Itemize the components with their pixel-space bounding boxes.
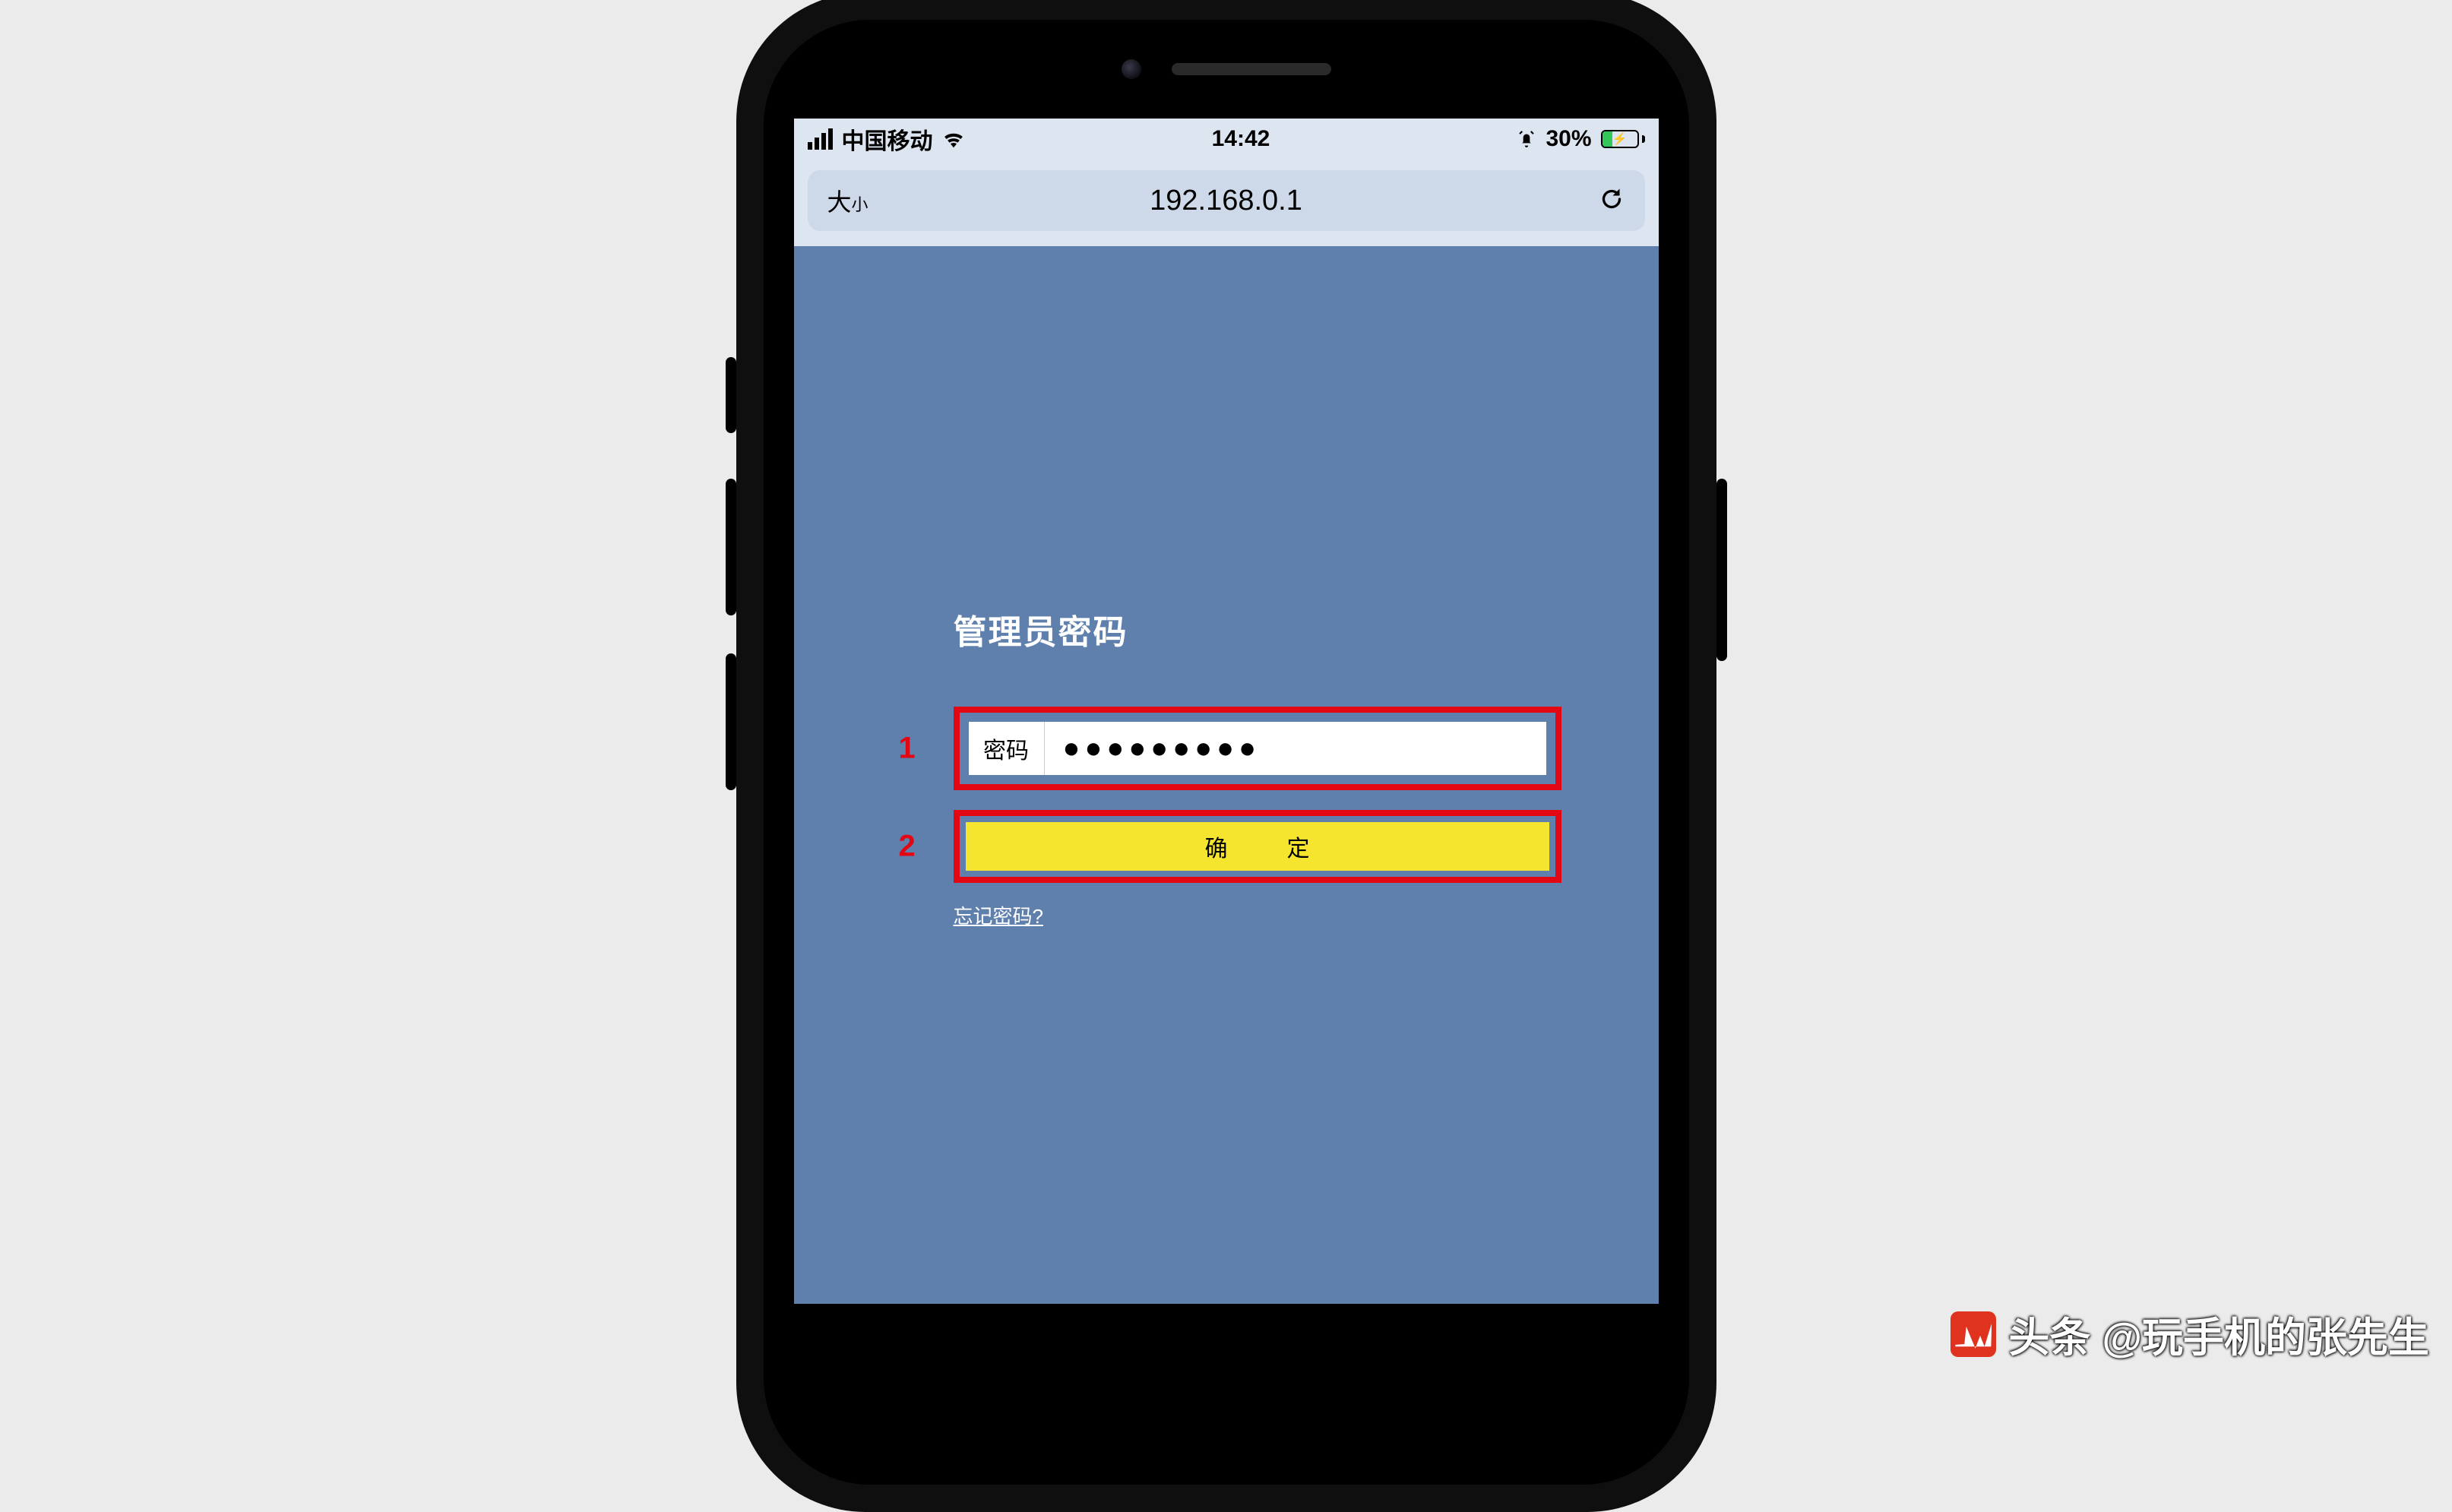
phone-bezel: 中国移动 14:42 30% ⚡: [764, 20, 1689, 1485]
status-time: 14:42: [1212, 126, 1270, 152]
status-left: 中国移动: [808, 122, 965, 156]
phone-screen: 中国移动 14:42 30% ⚡: [794, 119, 1659, 1304]
volume-down-button: [726, 653, 736, 790]
wifi-icon: [942, 130, 965, 148]
toutiao-logo-icon: [1951, 1311, 1996, 1357]
annotation-number-2: 2: [899, 830, 916, 864]
phone-frame: 中国移动 14:42 30% ⚡: [736, 0, 1716, 1512]
status-right: 30% ⚡: [1517, 126, 1644, 152]
password-label: 密码: [969, 722, 1045, 775]
front-camera-icon: [1122, 59, 1141, 79]
browser-chrome: 大小 192.168.0.1: [794, 160, 1659, 246]
confirm-button[interactable]: 确 定: [966, 822, 1549, 871]
login-title: 管理员密码: [954, 605, 1561, 653]
forgot-password-link[interactable]: 忘记密码?: [954, 901, 1043, 929]
alarm-icon: [1517, 129, 1536, 149]
status-bar: 中国移动 14:42 30% ⚡: [794, 119, 1659, 160]
annotation-box-2: 2 确 定: [954, 810, 1561, 883]
login-form: 管理员密码 1 密码 ●●●●●●●●● 2 确 定 忘记密码?: [954, 605, 1561, 929]
cellular-signal-icon: [808, 128, 833, 150]
watermark-text: 头条 @玩手机的张先生: [2008, 1304, 2429, 1364]
phone-notch: [764, 20, 1689, 119]
mute-switch: [726, 357, 736, 433]
battery-percent: 30%: [1546, 126, 1591, 152]
url-text[interactable]: 192.168.0.1: [808, 185, 1645, 217]
speaker-icon: [1172, 63, 1331, 75]
address-bar[interactable]: 大小 192.168.0.1: [808, 170, 1645, 231]
password-row: 密码 ●●●●●●●●●: [969, 722, 1546, 775]
power-button: [1716, 479, 1727, 661]
annotation-number-1: 1: [899, 732, 916, 766]
watermark: 头条 @玩手机的张先生: [1951, 1304, 2429, 1364]
volume-up-button: [726, 479, 736, 615]
carrier-label: 中国移动: [842, 122, 933, 156]
password-input[interactable]: ●●●●●●●●●: [1045, 722, 1546, 775]
battery-icon: ⚡: [1601, 130, 1645, 148]
annotation-box-1: 1 密码 ●●●●●●●●●: [954, 707, 1561, 790]
